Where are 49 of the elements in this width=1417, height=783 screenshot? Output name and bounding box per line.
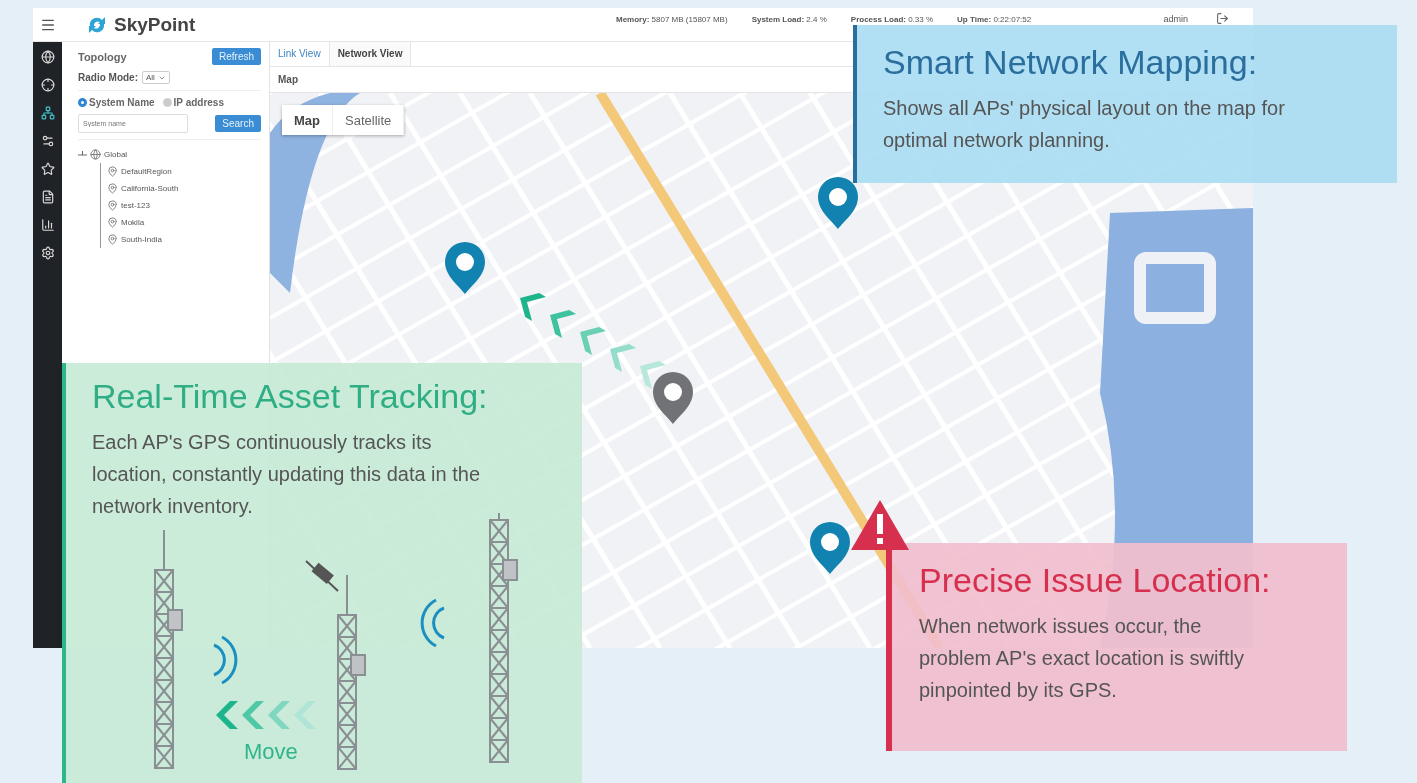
collapse-line-icon[interactable] — [78, 150, 87, 159]
signal-waves-icon — [420, 598, 445, 648]
status-stat: Process Load: 0.33 % — [850, 15, 934, 24]
callout-text: When network issues occur, the problem AP's exact location is swiftly pinpointed by its GPS. — [919, 614, 1246, 703]
globe-icon — [90, 149, 101, 160]
view-tab[interactable]: Network View — [329, 42, 412, 66]
warning-icon — [849, 498, 911, 552]
callout-text: Each AP's GPS continuously tracks its location, constantly updating this data in the network inventory. — [92, 430, 482, 519]
globe-icon[interactable] — [40, 50, 55, 64]
tree-item[interactable]: Mokila — [107, 214, 261, 231]
map-pin-icon — [107, 234, 118, 245]
callout-title: Real-Time Asset Tracking: — [92, 377, 489, 416]
radio-mode-label: Radio Mode: — [78, 72, 138, 83]
satellite-icon — [305, 560, 339, 592]
status-stat: System Load: 2.4 % — [751, 15, 827, 24]
location-pin-icon[interactable] — [818, 177, 858, 229]
move-label: Move — [244, 739, 298, 765]
map-pin-icon — [107, 166, 118, 177]
radio-mode-select[interactable]: All — [142, 71, 170, 84]
brand-name: SkyPoint — [114, 13, 196, 36]
status-stat: Memory: 5807 MB (15807 MB) — [616, 15, 728, 24]
callout-text: Shows all APs' physical layout on the map for optimal network planning. — [883, 96, 1286, 153]
tree-item[interactable]: test-123 — [107, 197, 261, 214]
map-pin-icon — [107, 200, 118, 211]
logout-icon[interactable] — [1216, 12, 1229, 25]
tree-item[interactable]: Global — [78, 146, 261, 163]
location-pin-icon[interactable] — [445, 242, 485, 294]
tree-item[interactable]: DefaultRegion — [107, 163, 261, 180]
settings-icon[interactable] — [40, 246, 55, 260]
search-radio[interactable]: System Name — [78, 97, 155, 108]
status-stat: Up Time: 0:22:07:52 — [957, 15, 1032, 24]
location-pin-icon[interactable] — [810, 522, 850, 574]
search-radio[interactable]: IP address — [162, 97, 224, 108]
user-name[interactable]: admin — [1163, 14, 1188, 24]
panel-title: Topology — [78, 50, 127, 63]
signal-waves-icon — [213, 635, 238, 685]
star-icon[interactable] — [40, 162, 55, 176]
bar-chart-icon[interactable] — [40, 218, 55, 232]
tree-item[interactable]: California-South — [107, 180, 261, 197]
location-pin-icon[interactable] — [653, 372, 693, 424]
document-icon[interactable] — [40, 190, 55, 204]
map-pin-icon — [107, 217, 118, 228]
callout-title: Precise Issue Location: — [919, 561, 1272, 600]
tree-item[interactable]: South-India — [107, 231, 261, 248]
map-type-button[interactable]: Map — [282, 105, 333, 135]
map-pin-icon — [107, 183, 118, 194]
network-icon[interactable] — [40, 106, 55, 120]
map-type-button[interactable]: Satellite — [333, 105, 405, 135]
crosshair-icon[interactable] — [40, 78, 55, 92]
